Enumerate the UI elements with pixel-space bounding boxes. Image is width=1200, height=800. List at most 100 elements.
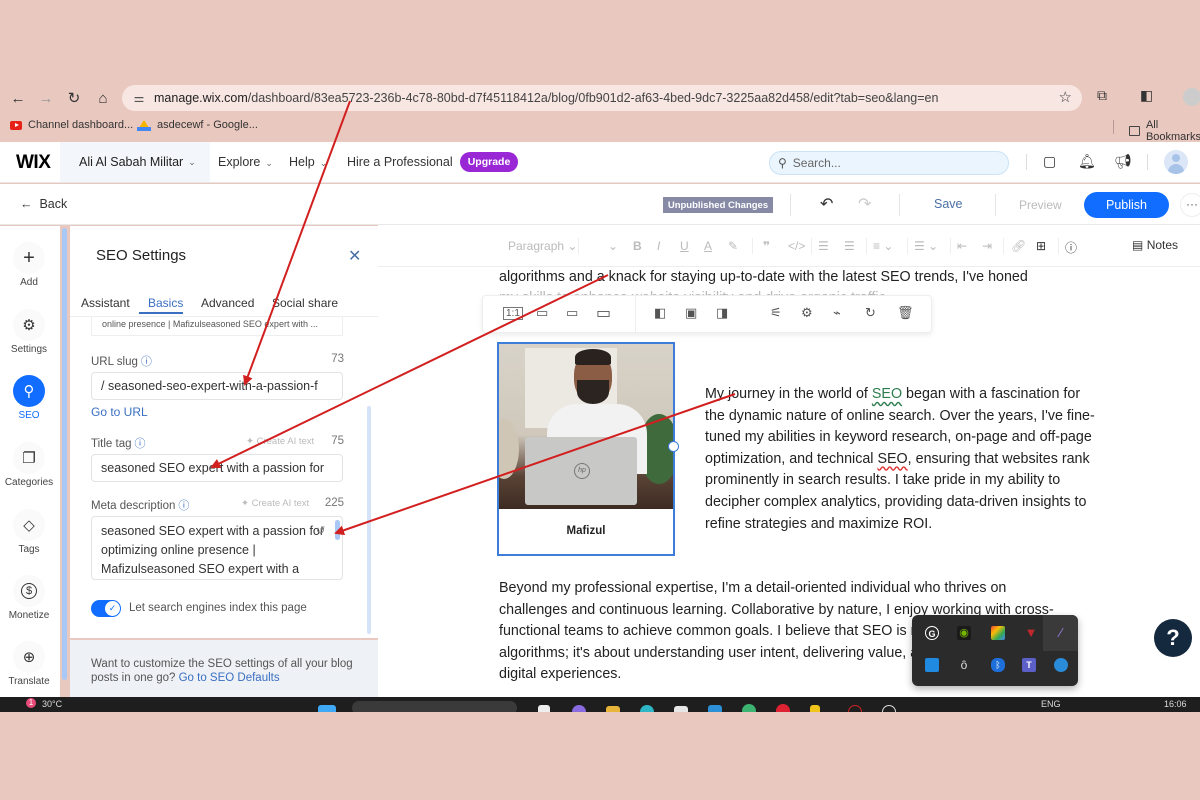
- align-center-icon[interactable]: ▣: [685, 305, 697, 321]
- align-right-icon[interactable]: ◨: [716, 305, 728, 321]
- align-icon[interactable]: ≡ ⌄: [873, 239, 893, 253]
- teams-icon[interactable]: T: [1022, 658, 1036, 672]
- decrease-indent-icon[interactable]: ⇤: [957, 239, 967, 253]
- paragraph[interactable]: My journey in the world of SEO began wit…: [705, 384, 1095, 535]
- rail-item-add[interactable]: + Add: [0, 242, 58, 288]
- bluetooth-icon[interactable]: ᛒ: [991, 658, 1005, 672]
- notification-badge[interactable]: 1: [26, 698, 36, 708]
- app-icon[interactable]: [925, 658, 939, 672]
- add-block-icon[interactable]: ⊞: [1036, 239, 1046, 253]
- back-button[interactable]: ← Back: [20, 197, 67, 211]
- go-to-url-link[interactable]: Go to URL: [91, 405, 148, 419]
- meta-description-textarea[interactable]: seasoned SEO expert with a passion for o…: [91, 516, 343, 580]
- close-icon[interactable]: ✕: [348, 246, 361, 266]
- bulleted-list-icon[interactable]: ☰: [844, 239, 855, 253]
- numbered-list-icon[interactable]: ☰: [818, 239, 829, 253]
- feather-icon[interactable]: ⁄: [1054, 626, 1068, 640]
- medium-size-icon[interactable]: ▭: [566, 305, 578, 321]
- help-button[interactable]: ?: [1154, 619, 1192, 657]
- font-size-dropdown[interactable]: ⌄: [608, 239, 618, 253]
- forward-arrow-icon[interactable]: →: [32, 84, 60, 112]
- tab-basics[interactable]: Basics: [148, 296, 183, 310]
- info-icon[interactable]: ⓘ: [1065, 239, 1077, 256]
- increase-indent-icon[interactable]: ⇥: [982, 239, 992, 253]
- paragraph-style-dropdown[interactable]: Paragraph ⌄: [508, 239, 577, 253]
- link-seo[interactable]: SEO: [872, 386, 902, 402]
- address-bar[interactable]: ⚌ manage.wix.com/dashboard/83ea5723-236b…: [122, 85, 1082, 111]
- network-icon[interactable]: [1054, 658, 1068, 672]
- redo-icon[interactable]: ↷: [858, 194, 871, 214]
- rail-item-categories[interactable]: ❐ Categories: [0, 442, 58, 488]
- link-icon[interactable]: 🔗︎: [1011, 239, 1026, 253]
- megaphone-icon[interactable]: 📢︎: [1114, 153, 1132, 170]
- google-app-icon[interactable]: [991, 626, 1005, 640]
- preview-button[interactable]: Preview: [1019, 198, 1062, 212]
- wix-logo[interactable]: WIX: [16, 152, 51, 174]
- chat-icon[interactable]: ▢: [1043, 153, 1056, 170]
- profile-avatar[interactable]: [1183, 88, 1200, 106]
- notes-button[interactable]: ▤ Notes: [1132, 238, 1178, 252]
- taskbar-app-icon[interactable]: [538, 705, 550, 712]
- adjust-icon[interactable]: ⚟: [770, 305, 782, 321]
- extensions-icon[interactable]: ⧉: [1097, 87, 1107, 104]
- explore-menu[interactable]: Explore ⌄: [218, 155, 273, 169]
- upgrade-button[interactable]: Upgrade: [460, 152, 518, 172]
- all-bookmarks-button[interactable]: All Bookmarks: [1129, 119, 1200, 143]
- bookmark-channel-dashboard[interactable]: Channel dashboard...: [10, 119, 133, 131]
- publish-button[interactable]: Publish: [1084, 192, 1169, 218]
- replace-icon[interactable]: ↻: [865, 305, 876, 321]
- antivirus-icon[interactable]: ▼: [1024, 626, 1038, 640]
- truncated-field[interactable]: online presence | Mafizulseasoned SEO ex…: [91, 316, 343, 336]
- language-indicator[interactable]: ENG: [1041, 699, 1061, 709]
- index-toggle[interactable]: [91, 600, 121, 617]
- italic-icon[interactable]: I: [657, 239, 660, 253]
- small-size-icon[interactable]: ▭: [536, 305, 548, 321]
- taskbar-app-icon[interactable]: [572, 705, 586, 712]
- rail-item-seo[interactable]: ⚲ SEO: [0, 375, 58, 421]
- info-icon[interactable]: ⓘ: [141, 356, 152, 368]
- help-menu[interactable]: Help ⌄: [289, 155, 327, 169]
- user-avatar[interactable]: [1164, 150, 1188, 174]
- tab-assistant[interactable]: Assistant: [81, 296, 130, 310]
- site-selector[interactable]: Ali Al Sabah Militar ⌄: [60, 142, 210, 182]
- align-left-icon[interactable]: ◧: [654, 305, 666, 321]
- tab-advanced[interactable]: Advanced: [201, 296, 254, 310]
- original-size-icon[interactable]: 1:1: [503, 307, 523, 320]
- tab-social-share[interactable]: Social share: [272, 296, 338, 310]
- save-button[interactable]: Save: [934, 197, 963, 211]
- info-icon[interactable]: ⓘ: [134, 438, 145, 450]
- create-ai-text-button[interactable]: ✦ Create AI text: [246, 436, 314, 447]
- go-to-seo-defaults-link[interactable]: Go to SEO Defaults: [179, 672, 280, 684]
- textarea-scrollbar[interactable]: [335, 520, 340, 540]
- delete-icon[interactable]: 🗑︎: [897, 305, 914, 321]
- chrome-icon[interactable]: [776, 704, 790, 712]
- highlight-icon[interactable]: ✎: [728, 239, 738, 253]
- search-input[interactable]: ⚲ Search...: [769, 151, 1009, 175]
- code-icon[interactable]: </>: [788, 239, 805, 253]
- line-spacing-icon[interactable]: ☰ ⌄: [914, 239, 938, 253]
- settings-icon[interactable]: ⚙: [801, 305, 813, 321]
- resize-handle[interactable]: [668, 441, 679, 452]
- taskbar-app-icon[interactable]: [848, 705, 862, 712]
- quote-icon[interactable]: ❞: [763, 239, 770, 253]
- link-icon[interactable]: ⌁: [833, 305, 841, 321]
- text-color-icon[interactable]: A: [704, 239, 712, 253]
- more-options-icon[interactable]: ···: [1180, 193, 1200, 217]
- hire-professional-link[interactable]: Hire a Professional: [347, 155, 453, 169]
- taskbar-app-icon[interactable]: [674, 706, 688, 712]
- paragraph-line[interactable]: algorithms and a knack for staying up-to…: [499, 267, 1028, 289]
- sync-icon[interactable]: ô: [957, 658, 971, 672]
- taskbar-app-icon[interactable]: [882, 705, 896, 712]
- file-explorer-icon[interactable]: [606, 706, 620, 712]
- rail-scrollbar[interactable]: [62, 228, 67, 680]
- underline-icon[interactable]: U: [680, 239, 689, 253]
- undo-icon[interactable]: ↶: [820, 194, 833, 214]
- home-icon[interactable]: ⌂: [89, 84, 117, 112]
- bell-icon[interactable]: 🔔︎: [1078, 153, 1096, 170]
- site-info-icon[interactable]: ⚌: [128, 91, 150, 105]
- image-block[interactable]: hp Mafizul: [497, 342, 675, 556]
- nvidia-icon[interactable]: ◉: [957, 626, 971, 640]
- clock[interactable]: 16:06: [1164, 699, 1187, 709]
- title-tag-input[interactable]: seasoned SEO expert with a passion for: [91, 454, 343, 482]
- windows-start-icon[interactable]: [318, 705, 336, 712]
